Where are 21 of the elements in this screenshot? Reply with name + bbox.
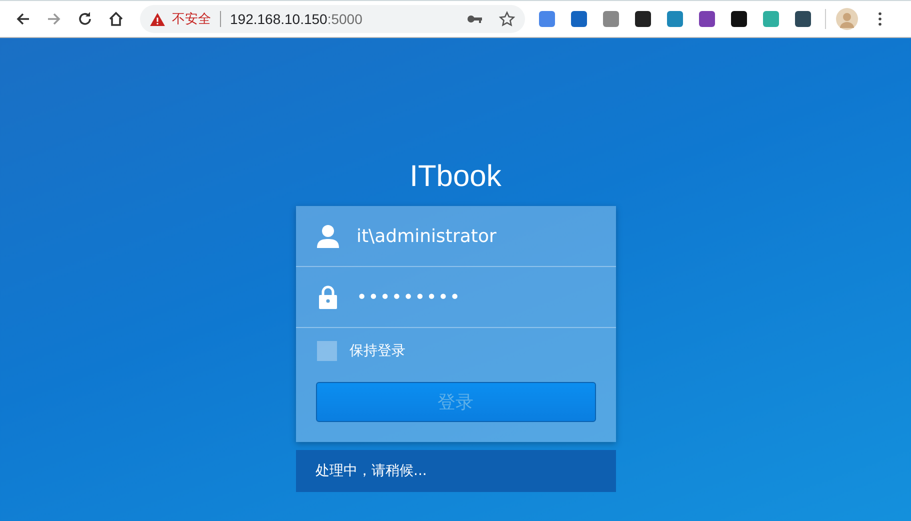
remember-label: 保持登录 bbox=[350, 342, 406, 360]
remember-checkbox[interactable] bbox=[316, 341, 336, 361]
username-field[interactable]: it\administrator bbox=[356, 226, 496, 246]
warning-icon bbox=[150, 12, 165, 26]
security-label: 不安全 bbox=[172, 11, 211, 28]
home-icon[interactable] bbox=[108, 11, 124, 27]
star-icon[interactable] bbox=[499, 11, 515, 27]
extension-icon[interactable] bbox=[635, 11, 651, 27]
status-message: 处理中，请稍候... bbox=[296, 450, 616, 492]
app-title: ITbook bbox=[410, 160, 502, 194]
reload-icon[interactable] bbox=[77, 11, 93, 27]
url-text: 192.168.10.150:5000 bbox=[230, 11, 362, 27]
lock-icon bbox=[318, 285, 336, 309]
extension-icon[interactable] bbox=[795, 11, 811, 27]
more-menu-icon[interactable] bbox=[878, 12, 882, 26]
extension-icon[interactable] bbox=[731, 11, 747, 27]
address-field[interactable]: 不安全 192.168.10.150:5000 bbox=[140, 5, 525, 33]
forward-icon[interactable] bbox=[46, 11, 62, 27]
back-icon[interactable] bbox=[15, 11, 31, 27]
password-field[interactable]: ••••••••• bbox=[356, 286, 462, 308]
user-icon bbox=[316, 224, 338, 248]
